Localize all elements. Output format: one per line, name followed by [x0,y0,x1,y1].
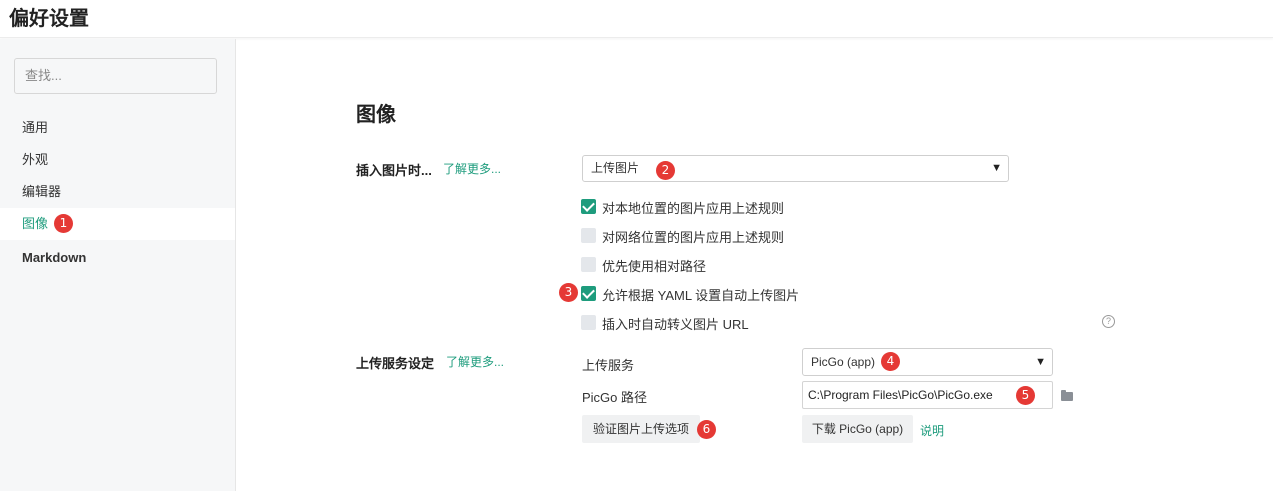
explain-link[interactable]: 说明 [920,422,944,439]
search-input[interactable]: 查找... [14,58,217,94]
main-panel: 图像 插入图片时... 了解更多... 上传图片 ▼ 2 对本地位置的图片应用上… [236,39,1273,491]
chevron-down-icon: ▼ [1035,356,1046,368]
checkbox-escape-url-label: 插入时自动转义图片 URL [602,317,749,332]
verify-upload-button[interactable]: 验证图片上传选项 [582,415,700,443]
upload-service-settings-label: 上传服务设定 [356,356,435,371]
checkbox-yaml-upload-label: 允许根据 YAML 设置自动上传图片 [602,288,800,303]
sidebar-item-image[interactable]: 图像 1 [0,208,235,240]
upload-service-learn-more-link[interactable]: 了解更多... [446,353,504,370]
annotation-badge-2: 2 [656,161,675,180]
insert-image-select-value: 上传图片 [591,161,640,175]
annotation-badge-5: 5 [1016,386,1035,405]
checkbox-escape-url[interactable] [581,315,596,330]
sidebar-item-appearance[interactable]: 外观 [0,144,235,176]
picgo-path-label: PicGo 路径 [582,390,648,405]
checkbox-relative-path[interactable] [581,257,596,272]
annotation-badge-4: 4 [881,352,900,371]
annotation-badge-3: 3 [559,283,578,302]
insert-image-label: 插入图片时... [356,163,432,178]
upload-service-select-value: PicGo (app) [811,355,876,369]
download-picgo-button[interactable]: 下载 PicGo (app) [802,415,913,443]
window-title: 偏好设置 [9,8,89,30]
sidebar: 查找... 通用 外观 编辑器 图像 1 Markdown [0,39,236,491]
question-circle-icon[interactable]: ? [1102,315,1115,328]
sidebar-item-markdown[interactable]: Markdown [0,242,235,274]
checkbox-yaml-upload[interactable] [581,286,596,301]
upload-service-label: 上传服务 [582,358,635,373]
insert-image-select[interactable]: 上传图片 ▼ [582,155,1009,182]
checkbox-local-images-label: 对本地位置的图片应用上述规则 [602,201,785,216]
chevron-down-icon: ▼ [991,162,1002,174]
upload-service-select[interactable]: PicGo (app) ▼ [802,348,1053,376]
checkbox-relative-path-label: 优先使用相对路径 [602,259,707,274]
checkbox-network-images-label: 对网络位置的图片应用上述规则 [602,230,785,245]
section-title: 图像 [356,104,396,126]
checkbox-network-images[interactable] [581,228,596,243]
insert-image-learn-more-link[interactable]: 了解更多... [443,160,501,177]
title-bar: 偏好设置 [0,0,1273,38]
checkbox-local-images[interactable] [581,199,596,214]
sidebar-item-label: 图像 [22,216,49,231]
annotation-badge-6: 6 [697,420,716,439]
sidebar-item-editor[interactable]: 编辑器 [0,176,235,208]
annotation-badge-1: 1 [54,214,73,233]
sidebar-item-general[interactable]: 通用 [0,112,235,144]
folder-icon[interactable] [1061,390,1073,401]
